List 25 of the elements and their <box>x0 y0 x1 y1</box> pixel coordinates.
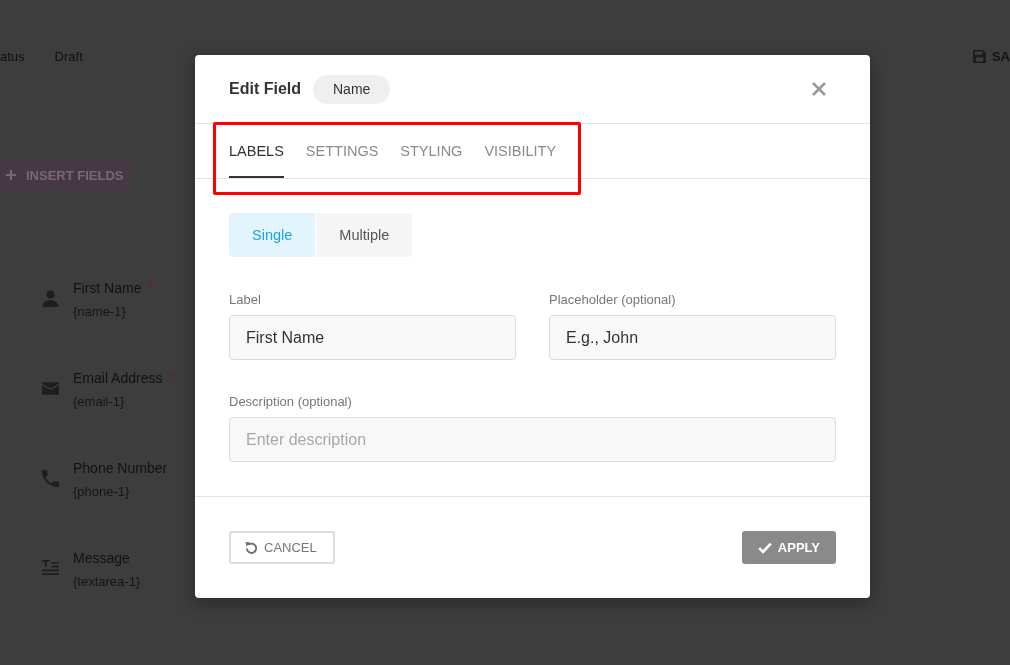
field-label: Label <box>229 292 261 308</box>
tab[interactable]: STYLING <box>400 124 463 178</box>
field-type-chip: Name <box>313 74 391 104</box>
save-icon <box>972 49 986 63</box>
apply-button[interactable]: APPLY <box>741 531 836 564</box>
undo-icon <box>245 541 258 554</box>
dialog-title: Edit Field <box>229 80 301 98</box>
field-label: Description (optional) <box>229 394 352 410</box>
text-lines-icon <box>42 560 59 577</box>
envelope-icon <box>42 380 59 397</box>
tab[interactable]: SETTINGS <box>305 124 379 178</box>
close-icon <box>812 82 826 96</box>
plus-icon <box>6 170 16 180</box>
input-field[interactable]: First Name <box>229 315 516 360</box>
tab[interactable]: LABELS <box>229 124 284 178</box>
check-icon <box>757 541 772 554</box>
tab[interactable]: VISIBILITY <box>484 124 557 178</box>
mode-toggle-option[interactable]: Multiple <box>315 213 413 257</box>
person-icon <box>42 290 59 307</box>
mode-toggle-option[interactable]: Single <box>229 213 316 257</box>
field-label: Placeholder (optional) <box>549 292 676 308</box>
phone-icon <box>42 470 59 487</box>
cancel-button[interactable]: CANCEL <box>229 531 335 564</box>
input-field[interactable]: E.g., John <box>549 315 836 360</box>
input-field[interactable]: Enter description <box>229 417 836 462</box>
